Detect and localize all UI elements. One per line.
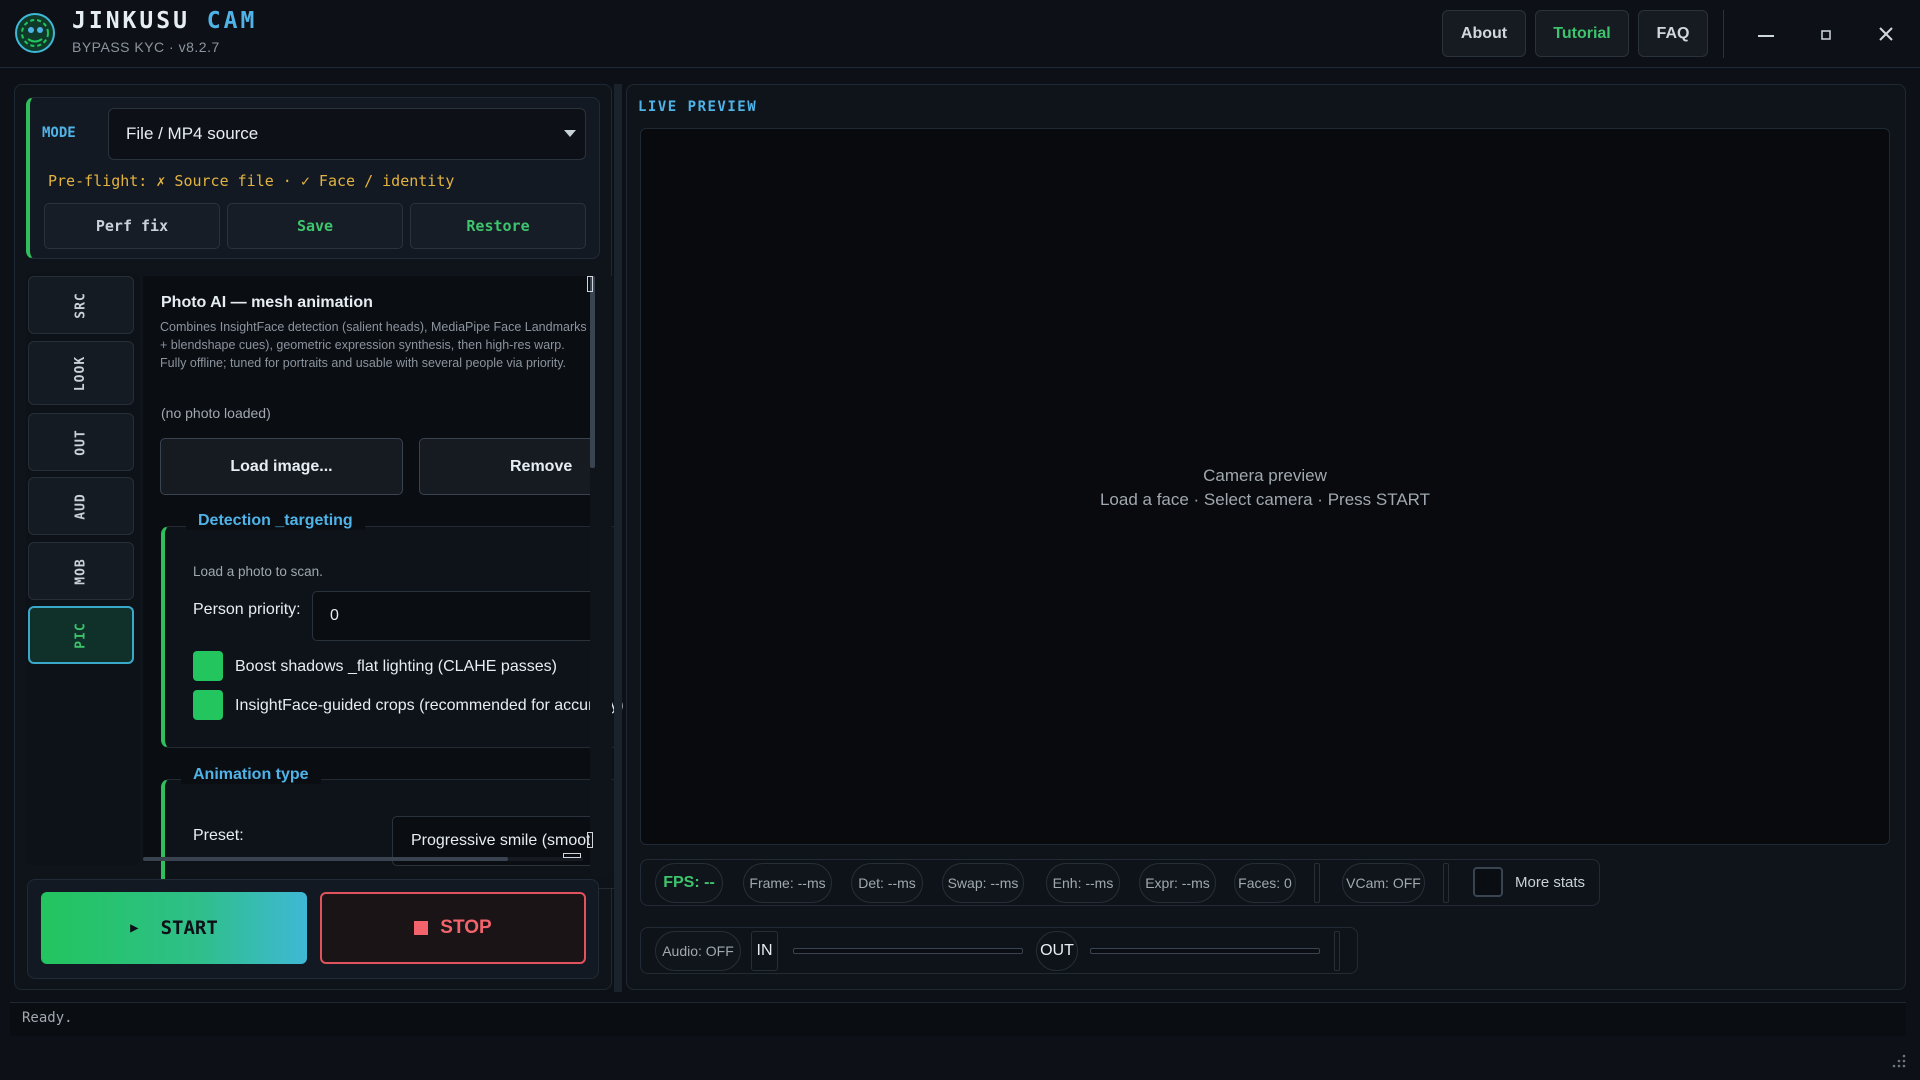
resize-grip-icon[interactable] (1888, 1050, 1908, 1070)
more-stats-label: More stats (1515, 874, 1586, 891)
photo-status: (no photo loaded) (161, 405, 271, 421)
section-title: Photo AI — mesh animation (161, 294, 373, 311)
tab-out[interactable]: OUT (28, 413, 134, 471)
restore-button[interactable]: Restore (410, 203, 586, 249)
about-button[interactable]: About (1442, 10, 1526, 57)
preset-value: Progressive smile (smooth) (411, 832, 605, 849)
preflight-status: Pre-flight: ✗ Source file · ✓ Face / ide… (48, 172, 455, 190)
audio-in-label: IN (751, 931, 778, 971)
preview-placeholder-title: Camera preview (1203, 466, 1327, 485)
more-stats-checkbox[interactable] (1473, 867, 1503, 897)
detection-group-title: Detection _targeting (186, 512, 365, 530)
scan-hint: Load a photo to scan. (193, 564, 323, 579)
tab-label: LOOK (73, 355, 89, 391)
tab-label: OUT (73, 428, 89, 456)
minimize-icon (1758, 35, 1774, 37)
audio-in-meter (793, 948, 1023, 954)
minimize-button[interactable] (1746, 18, 1786, 50)
app-logo-icon (15, 13, 55, 53)
mode-select-value: File / MP4 source (126, 124, 259, 143)
horizontal-scrollbar[interactable] (143, 857, 508, 861)
stop-icon (414, 921, 429, 935)
camera-preview (640, 128, 1890, 845)
faces-stat: Faces: 0 (1234, 863, 1296, 903)
stop-button[interactable]: STOP (320, 892, 586, 964)
priority-label: Person priority: (193, 601, 301, 618)
scroll-up-handle[interactable] (587, 276, 593, 292)
save-button[interactable]: Save (227, 203, 403, 249)
close-icon (1879, 27, 1893, 41)
audio-out-meter (1090, 948, 1320, 954)
play-icon: ▶ (130, 920, 139, 936)
maximize-icon (1821, 30, 1831, 40)
section-description: Combines InsightFace detection (salient … (160, 320, 587, 370)
audio-separator (1334, 931, 1340, 971)
close-button[interactable] (1866, 18, 1906, 50)
scroll-right-handle[interactable] (563, 853, 581, 858)
boost-shadows-checkbox[interactable] (193, 651, 223, 681)
preset-label: Preset: (193, 827, 244, 844)
scroll-down-handle[interactable] (587, 832, 593, 848)
faq-button[interactable]: FAQ (1638, 10, 1708, 57)
status-bar (10, 1002, 1906, 1036)
panel-splitter[interactable] (614, 84, 622, 992)
title-separator (1723, 10, 1724, 58)
app-subtitle: BYPASS KYC · v8.2.7 (72, 39, 220, 55)
chevron-down-icon (564, 130, 576, 137)
status-text: Ready. (22, 1010, 73, 1026)
animation-group-title: Animation type (181, 766, 321, 784)
maximize-button[interactable] (1806, 18, 1846, 50)
app-title-accent: CAM (206, 8, 258, 34)
audio-out-label: OUT (1036, 931, 1078, 971)
boost-shadows-label: Boost shadows _flat lighting (CLAHE pass… (235, 658, 557, 675)
app-title-main: JINKUSU (72, 8, 190, 34)
stop-label: STOP (440, 917, 492, 938)
stats-separator (1443, 863, 1449, 903)
tab-label: SRC (73, 291, 89, 319)
load-image-button[interactable]: Load image... (160, 438, 403, 495)
app-title: JINKUSU CAM (72, 8, 257, 34)
vcam-stat: VCam: OFF (1342, 863, 1425, 903)
insightface-crops-label: InsightFace-guided crops (recommended fo… (235, 697, 624, 714)
tab-look[interactable]: LOOK (28, 341, 134, 405)
tab-label: PIC (73, 621, 89, 649)
start-button[interactable]: ▶ START (41, 892, 307, 964)
start-label: START (160, 917, 218, 939)
frame-stat: Frame: --ms (743, 863, 832, 903)
stats-separator (1314, 863, 1320, 903)
det-stat: Det: --ms (851, 863, 923, 903)
title-bar (0, 0, 1920, 68)
insightface-crops-checkbox[interactable] (193, 690, 223, 720)
tab-src[interactable]: SRC (28, 276, 134, 334)
remove-button[interactable]: Remove (419, 438, 605, 495)
preview-label: LIVE PREVIEW (638, 99, 758, 115)
perf-fix-button[interactable]: Perf fix (44, 203, 220, 249)
tab-label: AUD (73, 492, 89, 520)
tab-aud[interactable]: AUD (28, 477, 134, 535)
fps-stat: FPS: -- (655, 863, 723, 903)
expr-stat: Expr: --ms (1139, 863, 1216, 903)
preview-placeholder-hint: Load a face · Select camera · Press STAR… (1099, 490, 1431, 509)
swap-stat: Swap: --ms (942, 863, 1024, 903)
enh-stat: Enh: --ms (1046, 863, 1120, 903)
audio-status: Audio: OFF (655, 931, 741, 971)
priority-input[interactable]: 0 (312, 591, 612, 641)
tab-pic[interactable]: PIC (28, 606, 134, 664)
mode-select[interactable]: File / MP4 source (108, 108, 586, 160)
tutorial-button[interactable]: Tutorial (1535, 10, 1629, 57)
mode-label: MODE (42, 125, 76, 141)
priority-value: 0 (330, 607, 339, 624)
tab-label: MOB (73, 557, 89, 585)
vertical-scrollbar[interactable] (590, 276, 595, 468)
tab-mob[interactable]: MOB (28, 542, 134, 600)
